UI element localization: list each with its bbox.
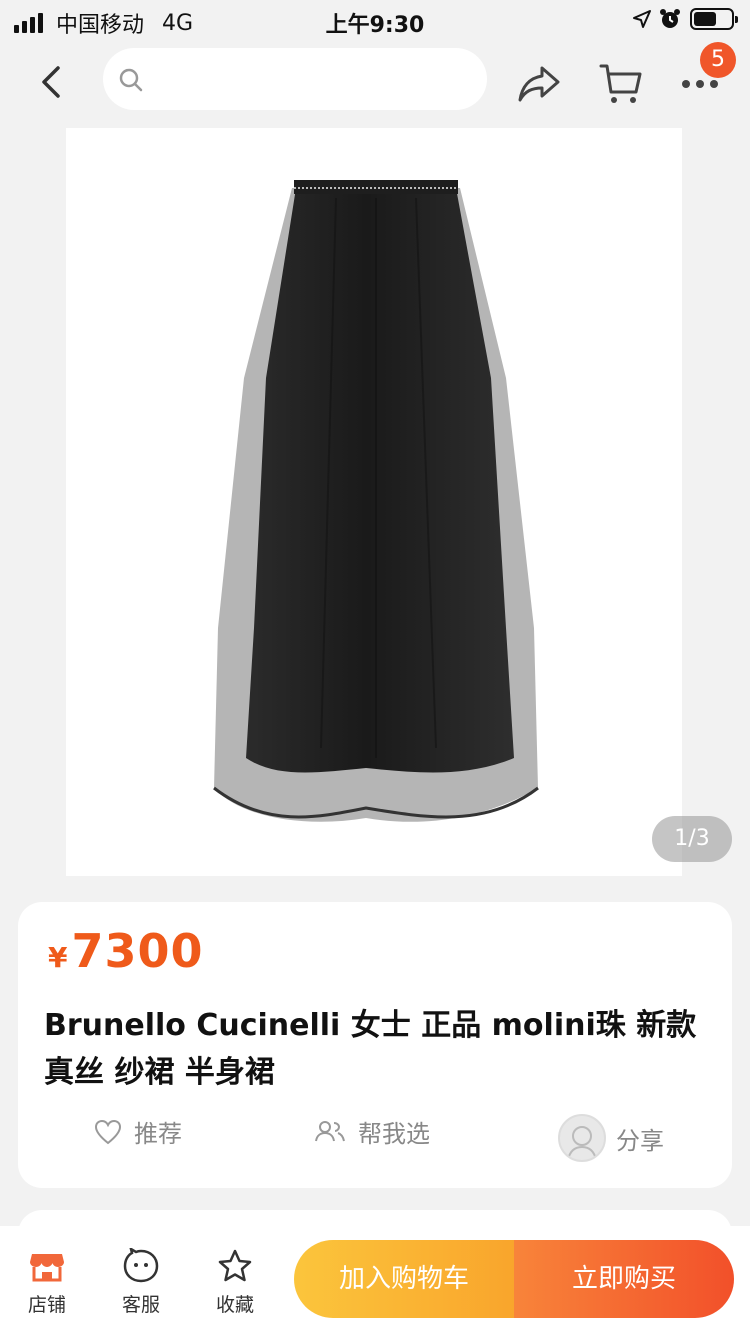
location-icon bbox=[633, 10, 651, 28]
cart-button[interactable] bbox=[598, 60, 644, 106]
buy-now-button[interactable]: 立即购买 bbox=[514, 1240, 734, 1318]
back-button[interactable] bbox=[30, 60, 74, 104]
service-tab[interactable]: 客服 bbox=[106, 1248, 176, 1317]
store-label: 店铺 bbox=[27, 1294, 66, 1316]
bottom-bar: 店铺 客服 收藏 加入购物车 立即购买 bbox=[0, 1226, 750, 1334]
service-label: 客服 bbox=[121, 1294, 160, 1316]
alarm-icon bbox=[660, 9, 680, 28]
product-info-card: ¥7300 Brunello Cucinelli 女士 正品 molini珠 新… bbox=[18, 902, 732, 1188]
avatar bbox=[558, 1114, 606, 1162]
search-icon bbox=[119, 68, 143, 92]
avatar-face-icon bbox=[567, 1126, 597, 1160]
customer-service-icon bbox=[123, 1248, 159, 1283]
store-tab[interactable]: 店铺 bbox=[12, 1248, 82, 1317]
price-amount: 7300 bbox=[71, 924, 204, 978]
currency-symbol: ¥ bbox=[48, 941, 68, 974]
status-bar: 中国移动 4G 上午9:30 bbox=[0, 0, 750, 42]
favorite-tab[interactable]: 收藏 bbox=[200, 1248, 270, 1317]
favorite-label: 收藏 bbox=[215, 1294, 254, 1316]
recommend-label: 推荐 bbox=[134, 1120, 182, 1148]
price: ¥7300 bbox=[48, 924, 204, 978]
clock: 上午9:30 bbox=[325, 13, 425, 38]
help-choose-button[interactable]: 帮我选 bbox=[314, 1114, 430, 1149]
cart-icon bbox=[599, 64, 642, 103]
store-icon bbox=[30, 1254, 64, 1282]
battery-icon bbox=[690, 8, 738, 30]
search-input[interactable] bbox=[151, 48, 471, 110]
add-to-cart-button[interactable]: 加入购物车 bbox=[294, 1240, 514, 1318]
battery-level bbox=[694, 12, 716, 26]
product-image[interactable] bbox=[66, 128, 682, 876]
share-friends-button[interactable]: 分享 bbox=[558, 1114, 664, 1162]
recommend-button[interactable]: 推荐 bbox=[94, 1114, 182, 1149]
product-title: Brunello Cucinelli 女士 正品 molini珠 新款 真丝 纱… bbox=[44, 1008, 697, 1090]
share-label: 分享 bbox=[616, 1126, 664, 1155]
search-bar[interactable] bbox=[103, 48, 487, 110]
people-icon bbox=[315, 1120, 345, 1141]
help-choose-label: 帮我选 bbox=[358, 1120, 430, 1148]
heart-icon bbox=[94, 1119, 122, 1144]
action-row: 推荐 帮我选 分享 bbox=[18, 1114, 732, 1164]
image-counter: 1/3 bbox=[652, 816, 732, 862]
share-button[interactable] bbox=[516, 60, 562, 106]
notification-badge: 5 bbox=[700, 42, 736, 78]
nav-bar: 5 bbox=[0, 42, 750, 126]
chevron-left-icon bbox=[42, 66, 60, 98]
share-arrow-icon bbox=[518, 66, 560, 102]
star-icon bbox=[218, 1249, 252, 1282]
skirt-image bbox=[213, 180, 539, 822]
